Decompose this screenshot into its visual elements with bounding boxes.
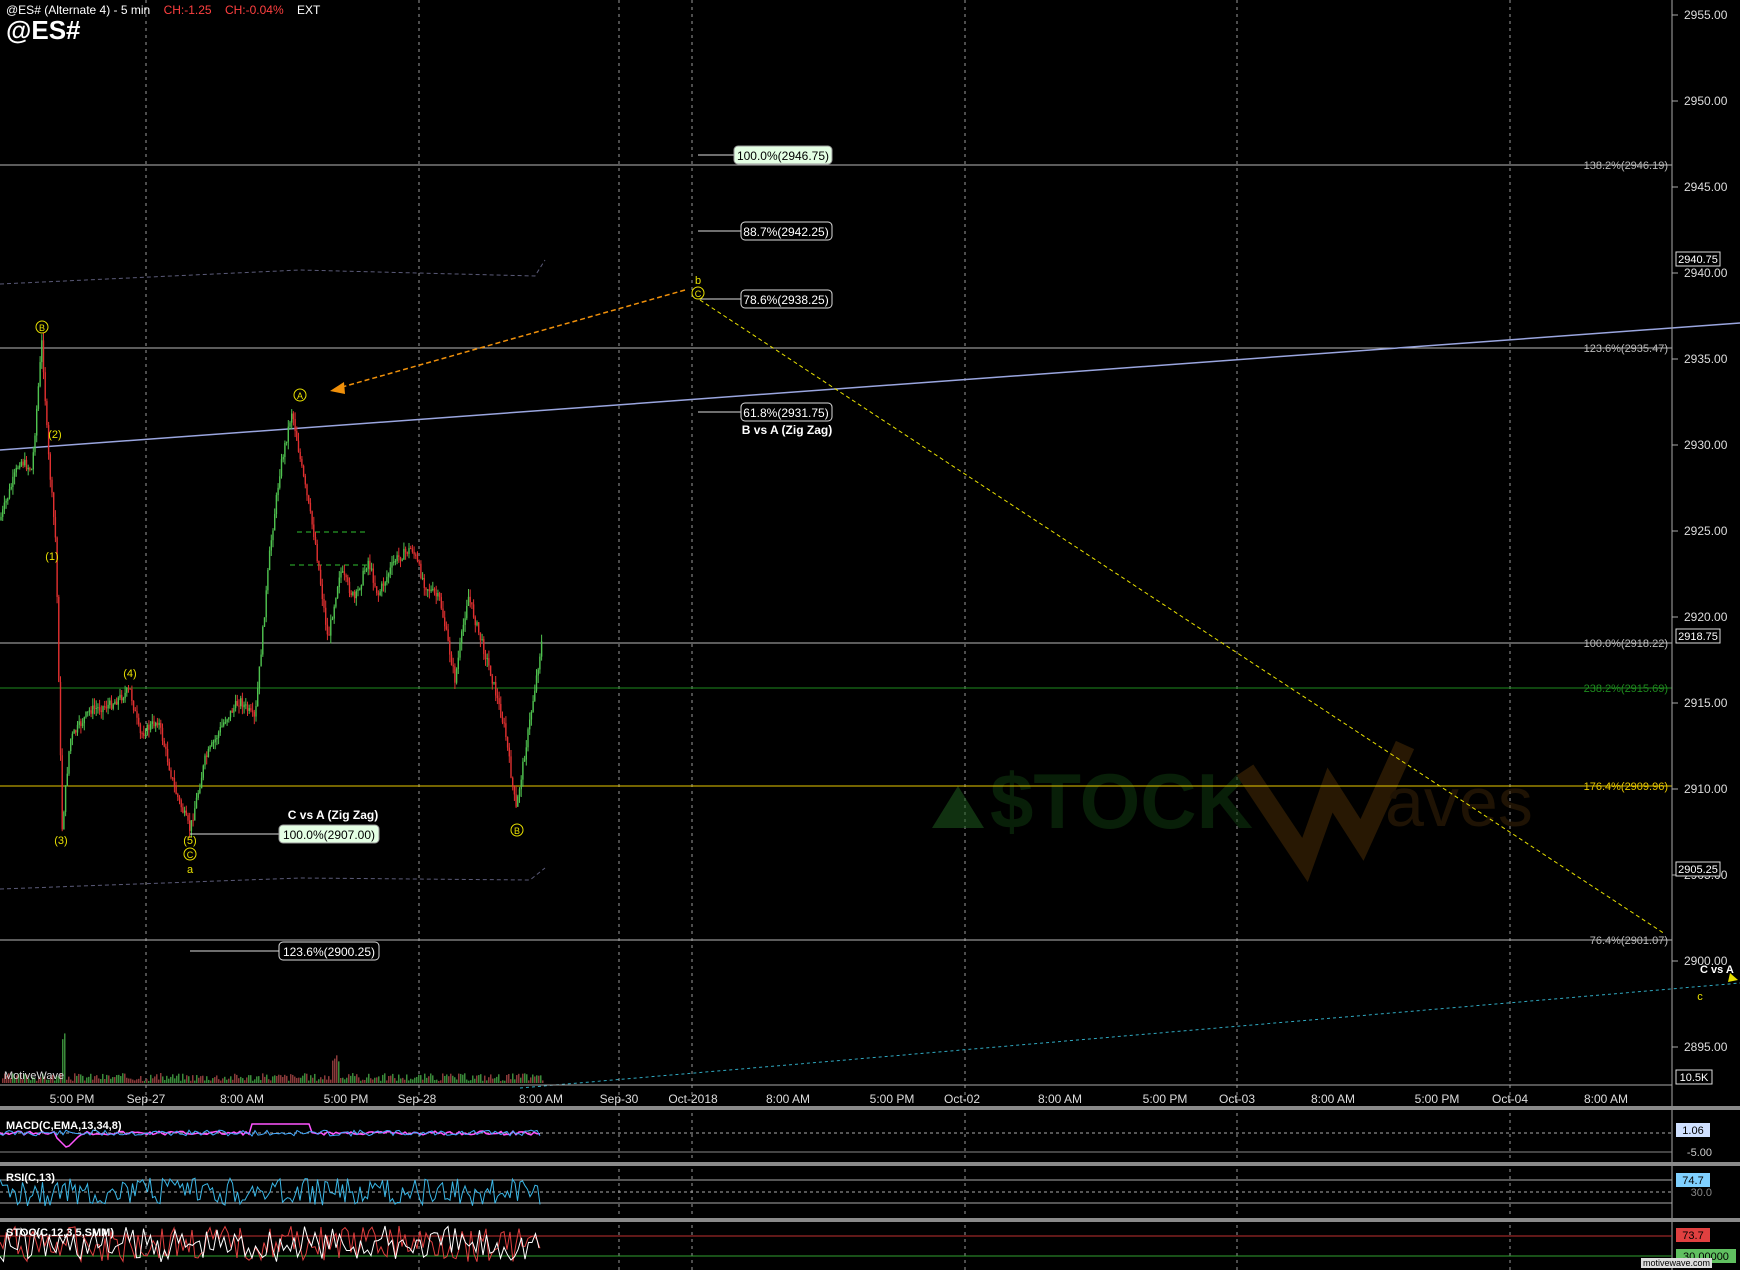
time-label: Oct-03 — [1219, 1092, 1255, 1106]
cva-title: C vs A (Zig Zag) — [288, 808, 378, 822]
wave-c: c — [1697, 991, 1703, 1003]
svg-text:10.5K: 10.5K — [1680, 1072, 1709, 1084]
time-label: Oct-04 — [1492, 1092, 1528, 1106]
rsi-panel[interactable]: RSI(C,13) 74.7 30.0 — [0, 1172, 1712, 1207]
brand-label: MotiveWave — [4, 1070, 65, 1082]
bva-title: B vs A (Zig Zag) — [742, 423, 832, 437]
fib-box-618[interactable]: 61.8%(2931.75) — [740, 402, 833, 422]
time-label: Sep-28 — [398, 1092, 437, 1106]
brand-small: motivewave.com — [1641, 1258, 1713, 1268]
wave-5: (5) — [183, 835, 196, 847]
fib-box-887[interactable]: 88.7%(2942.25) — [740, 221, 833, 241]
time-axis[interactable]: 5:00 PM Sep-27 8:00 AM 5:00 PM Sep-28 8:00 AM… — [50, 1092, 1628, 1106]
watermark-right: aves — [1385, 763, 1533, 841]
wave-B-outer: B — [39, 323, 45, 333]
wave-b: b — [695, 275, 701, 287]
fib-box-786[interactable]: 78.6%(2938.25) — [740, 289, 833, 309]
wave-a: a — [187, 864, 194, 876]
price-label: 2915.00 — [1684, 696, 1728, 710]
time-label: 8:00 AM — [220, 1092, 264, 1106]
fib-box-1000-bottom[interactable]: 100.0%(2907.00) — [278, 824, 380, 844]
fib-box-1000-top[interactable]: 100.0%(2946.75) — [733, 145, 833, 165]
time-label: 5:00 PM — [870, 1092, 915, 1106]
fib-right-1236: 123.6%(2935.47) — [1584, 343, 1668, 355]
stoch-panel[interactable]: STOC(C,12,3,5,SMM) 73.7 30.00000 — [0, 1225, 1736, 1264]
change-percent: CH:-0.04% — [224, 3, 284, 17]
session-label: EXT — [296, 3, 321, 17]
macd-level: -5.00 — [1687, 1147, 1712, 1159]
price-label: 2920.00 — [1684, 610, 1728, 624]
svg-text:100.0%(2907.00): 100.0%(2907.00) — [283, 828, 375, 842]
time-label: 8:00 AM — [1038, 1092, 1082, 1106]
price-label: 2910.00 — [1684, 782, 1728, 796]
price-label: 2895.00 — [1684, 1040, 1728, 1054]
rsi-label: RSI(C,13) — [6, 1172, 55, 1184]
rsi-level: 30.0 — [1691, 1187, 1712, 1199]
price-candles[interactable] — [0, 332, 543, 838]
wave-3: (3) — [54, 835, 67, 847]
short-levels — [290, 531, 368, 566]
stockwaves-watermark: $TOCK aves — [932, 740, 1533, 883]
wave-B: B — [514, 826, 520, 836]
time-label: 5:00 PM — [324, 1092, 369, 1106]
price-label: 2950.00 — [1684, 94, 1728, 108]
time-label: 8:00 AM — [519, 1092, 563, 1106]
stoch-value: 73.7 — [1682, 1230, 1703, 1242]
wave-1: (1) — [45, 551, 58, 563]
price-label: 2940.00 — [1684, 266, 1728, 280]
wave-labels: B (2) (1) (3) (4) (5) C a A B b C c — [35, 275, 1703, 1003]
svg-text:2905.25: 2905.25 — [1678, 864, 1718, 876]
orange-arrow[interactable] — [330, 289, 686, 394]
price-label: 2955.00 — [1684, 8, 1728, 22]
change-value: CH:-1.25 — [163, 3, 212, 17]
watermark-left: $TOCK — [990, 757, 1253, 845]
trendline[interactable] — [0, 322, 1740, 451]
wave-2: (2) — [48, 429, 61, 441]
price-label: 2930.00 — [1684, 438, 1728, 452]
channel-lines — [0, 259, 546, 890]
fib-box-leaders — [190, 154, 742, 952]
volume-bars — [2, 1033, 544, 1083]
fib-right-1382: 138.2%(2946.19) — [1584, 160, 1668, 172]
svg-text:2940.75: 2940.75 — [1678, 254, 1718, 266]
wave-4: (4) — [123, 668, 136, 680]
fib-right-764: 76.4%(2901.07) — [1590, 935, 1668, 947]
fib-right-1764: 176.4%(2909.96) — [1584, 781, 1668, 793]
macd-label: MACD(C,EMA,13,34,8) — [6, 1120, 122, 1132]
macd-panel[interactable]: MACD(C,EMA,13,34,8) 1.06 -5.00 — [0, 1120, 1712, 1159]
svg-text:78.6%(2938.25): 78.6%(2938.25) — [743, 293, 828, 307]
wave-C-inner: C — [187, 850, 194, 860]
price-axis[interactable]: 2955.00 2950.00 2945.00 2940.00 2935.00 2930.… — [1672, 8, 1728, 1054]
target-line — [519, 982, 1740, 1089]
time-label: 8:00 AM — [1311, 1092, 1355, 1106]
macd-value: 1.06 — [1682, 1125, 1703, 1137]
fib-right-2382: 238.2%(2915.69) — [1584, 683, 1668, 695]
fib-right-1000: 100.0%(2918.22) — [1584, 638, 1668, 650]
svg-text:61.8%(2931.75): 61.8%(2931.75) — [743, 406, 828, 420]
svg-text:88.7%(2942.25): 88.7%(2942.25) — [743, 225, 828, 239]
svg-text:100.0%(2946.75): 100.0%(2946.75) — [737, 149, 829, 163]
time-label: Sep-30 — [600, 1092, 639, 1106]
svg-text:2918.75: 2918.75 — [1678, 631, 1718, 643]
fib-box-1236[interactable]: 123.6%(2900.25) — [278, 941, 380, 961]
rsi-value: 74.7 — [1682, 1175, 1703, 1187]
time-label: 5:00 PM — [50, 1092, 95, 1106]
price-label: 2935.00 — [1684, 352, 1728, 366]
time-label: 8:00 AM — [766, 1092, 810, 1106]
price-label: 2925.00 — [1684, 524, 1728, 538]
stoch-label: STOC(C,12,3,5,SMM) — [6, 1227, 114, 1239]
wave-C-target: C — [695, 289, 702, 299]
price-label: 2945.00 — [1684, 180, 1728, 194]
wave-A: A — [297, 391, 303, 401]
time-label: 8:00 AM — [1584, 1092, 1628, 1106]
price-label: 2900.00 — [1684, 954, 1728, 968]
symbol-title: @ES# — [6, 15, 81, 45]
time-label: 5:00 PM — [1415, 1092, 1460, 1106]
chart-canvas[interactable]: $TOCK aves 100.0%(2946.75) 88.7%(2942.25… — [0, 0, 1740, 1270]
svg-text:123.6%(2900.25): 123.6%(2900.25) — [283, 945, 375, 959]
time-label: Oct-02 — [944, 1092, 980, 1106]
time-label: Sep-27 — [127, 1092, 166, 1106]
time-label: 5:00 PM — [1143, 1092, 1188, 1106]
time-label: Oct-2018 — [668, 1092, 718, 1106]
